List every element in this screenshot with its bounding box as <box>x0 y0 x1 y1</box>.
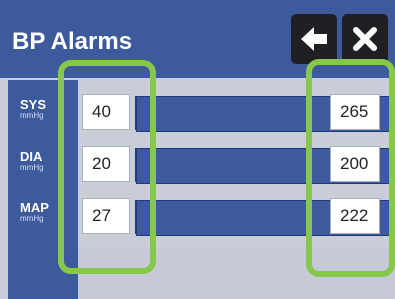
high-limits-highlight <box>306 59 395 277</box>
dia-label-text: DIA <box>20 149 43 164</box>
close-icon <box>353 27 377 51</box>
arrow-left-icon <box>301 27 327 51</box>
map-label-text: MAP <box>20 200 49 215</box>
page-title: BP Alarms <box>12 28 133 55</box>
low-limits-highlight <box>58 60 156 274</box>
close-button[interactable] <box>342 14 388 64</box>
back-button[interactable] <box>291 14 337 64</box>
sys-label-text: SYS <box>20 97 47 112</box>
